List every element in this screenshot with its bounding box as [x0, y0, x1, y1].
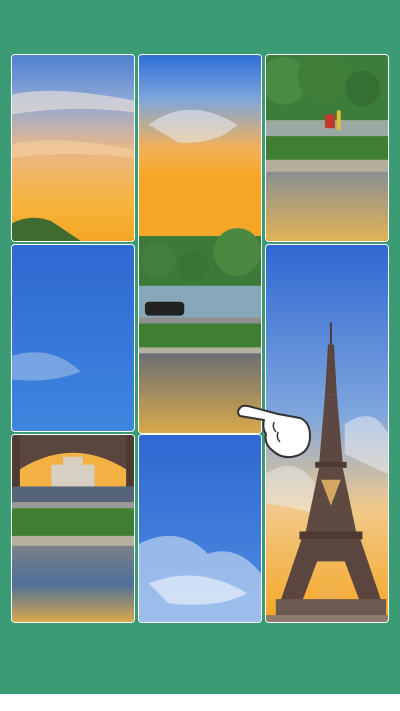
puzzle-tile-park-trees-pond[interactable]	[265, 54, 389, 242]
puzzle-tile-sunset-sky-trees[interactable]	[138, 54, 262, 434]
bottom-bar	[0, 694, 400, 711]
game-screen	[0, 0, 400, 711]
puzzle-tile-sunset-clouds[interactable]	[11, 54, 135, 242]
puzzle-tile-tower-arch-pond[interactable]	[11, 434, 135, 623]
puzzle-tile-blue-sky-clouds[interactable]	[138, 434, 262, 623]
puzzle-tile-blue-sky-left[interactable]	[11, 244, 135, 432]
pointing-hand-icon	[234, 398, 314, 462]
